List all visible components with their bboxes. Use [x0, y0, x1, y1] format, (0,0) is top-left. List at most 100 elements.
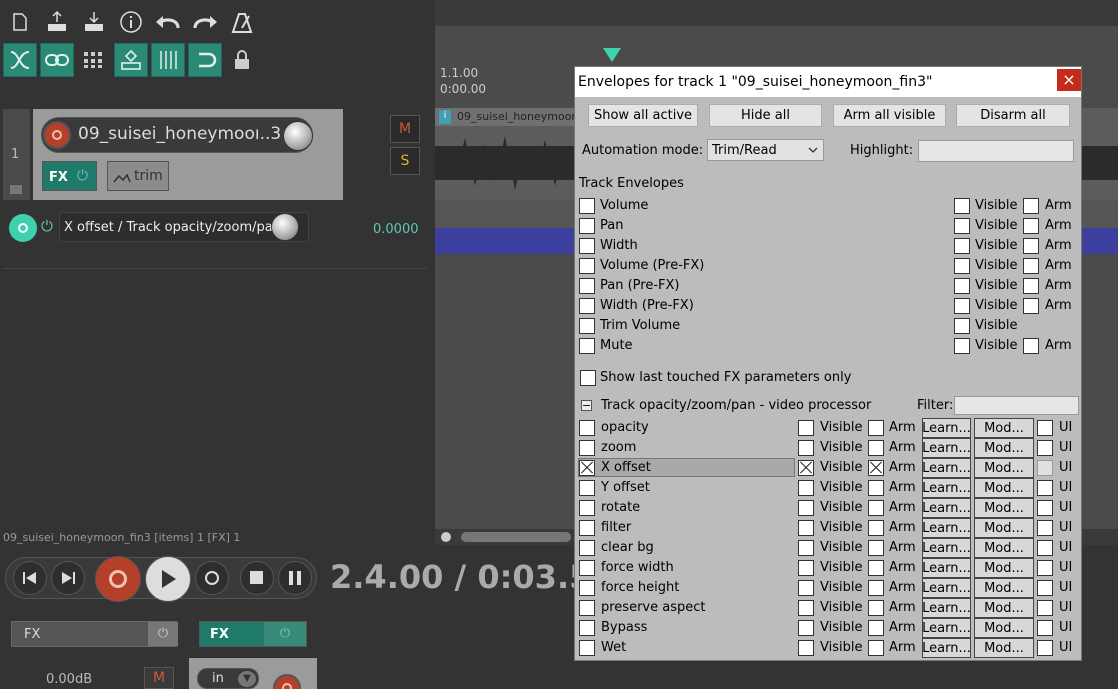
automation-mode-select[interactable]: Trim/Read [707, 139, 824, 161]
mod-button[interactable]: Mod... [974, 578, 1034, 598]
learn-button[interactable]: Learn... [922, 618, 971, 638]
envelope-bypass-icon[interactable]: ⏻ [41, 217, 53, 235]
fx-param-ui-checkbox[interactable] [1037, 480, 1053, 496]
envelope-arm-checkbox[interactable] [1023, 238, 1039, 254]
learn-button[interactable]: Learn... [922, 498, 971, 518]
disarm-all-button[interactable]: Disarm all [956, 104, 1070, 127]
mod-button[interactable]: Mod... [974, 458, 1034, 478]
envelope-arm-checkbox[interactable] [1023, 338, 1039, 354]
go-to-start-button[interactable] [13, 561, 47, 595]
master-fx-button[interactable]: FX ⏻ [11, 621, 178, 647]
fx-param-ui-checkbox[interactable] [1037, 560, 1053, 576]
fx-param-arm-checkbox[interactable] [868, 560, 884, 576]
envelope-enable-checkbox[interactable] [579, 338, 595, 354]
fx-param-visible-checkbox[interactable] [798, 560, 814, 576]
fx-param-enable-checkbox[interactable] [579, 600, 595, 616]
fx-param-arm-checkbox[interactable] [868, 480, 884, 496]
envelope-arm-checkbox[interactable] [1023, 258, 1039, 274]
track-panel[interactable]: 09_suisei_honeymooı..3 FX ⏻ trim [33, 109, 343, 200]
learn-button[interactable]: Learn... [922, 438, 971, 458]
fx-param-arm-checkbox[interactable] [868, 520, 884, 536]
fx-param-enable-checkbox[interactable] [579, 580, 595, 596]
fx-param-visible-checkbox[interactable] [798, 460, 814, 476]
fx-param-visible-checkbox[interactable] [798, 520, 814, 536]
close-icon[interactable]: × [1057, 69, 1081, 91]
envelope-arm-checkbox[interactable] [1023, 198, 1039, 214]
fx-param-visible-checkbox[interactable] [798, 580, 814, 596]
learn-button[interactable]: Learn... [922, 518, 971, 538]
fx-param-arm-checkbox[interactable] [868, 420, 884, 436]
fx-param-enable-checkbox[interactable] [579, 460, 595, 476]
envelope-arm-checkbox[interactable] [1023, 278, 1039, 294]
learn-button[interactable]: Learn... [922, 598, 971, 618]
open-project-icon[interactable] [40, 5, 74, 39]
fx-param-visible-checkbox[interactable] [798, 640, 814, 656]
fx-param-arm-checkbox[interactable] [868, 620, 884, 636]
envelope-knob[interactable] [271, 213, 299, 241]
new-project-icon[interactable] [3, 5, 37, 39]
fx-param-ui-checkbox[interactable] [1037, 580, 1053, 596]
mod-button[interactable]: Mod... [974, 418, 1034, 438]
fx-button[interactable]: FX ⏻ [42, 161, 97, 191]
grid-icon[interactable] [77, 43, 111, 77]
fx-param-arm-checkbox[interactable] [868, 500, 884, 516]
go-to-end-button[interactable] [51, 561, 85, 595]
fx-param-ui-checkbox[interactable] [1037, 640, 1053, 656]
dialog-title-bar[interactable]: Envelopes for track 1 "09_suisei_honeymo… [575, 67, 1081, 97]
fx-param-enable-checkbox[interactable] [579, 560, 595, 576]
redo-icon[interactable] [188, 5, 222, 39]
envelope-enable-checkbox[interactable] [579, 298, 595, 314]
mod-button[interactable]: Mod... [974, 478, 1034, 498]
envelope-arm-checkbox[interactable] [1023, 218, 1039, 234]
envelope-arm-checkbox[interactable] [1023, 298, 1039, 314]
learn-button[interactable]: Learn... [922, 538, 971, 558]
envelope-visible-checkbox[interactable] [954, 298, 970, 314]
learn-button[interactable]: Learn... [922, 478, 971, 498]
fx-param-enable-checkbox[interactable] [579, 420, 595, 436]
folder-icon[interactable] [10, 185, 22, 194]
envelope-enable-checkbox[interactable] [579, 258, 595, 274]
envelope-visible-checkbox[interactable] [954, 238, 970, 254]
fx-param-arm-checkbox[interactable] [868, 600, 884, 616]
track-fx-power-icon[interactable]: ⏻ [264, 622, 306, 646]
envelope-enable-checkbox[interactable] [579, 318, 595, 334]
scroll-left-icon[interactable] [441, 532, 451, 542]
fx-param-visible-checkbox[interactable] [798, 480, 814, 496]
fx-param-visible-checkbox[interactable] [798, 540, 814, 556]
envelope-visible-checkbox[interactable] [954, 198, 970, 214]
envelope-enable-checkbox[interactable] [579, 218, 595, 234]
fx-param-ui-checkbox[interactable] [1037, 500, 1053, 516]
undo-icon[interactable] [151, 5, 185, 39]
fx-param-arm-checkbox[interactable] [868, 580, 884, 596]
collapse-section-icon[interactable]: − [581, 400, 592, 411]
play-button[interactable] [145, 556, 191, 602]
info-icon[interactable] [114, 5, 148, 39]
metronome-icon[interactable] [225, 5, 259, 39]
fx-param-ui-checkbox[interactable] [1037, 420, 1053, 436]
fx-param-enable-checkbox[interactable] [579, 640, 595, 656]
fx-param-enable-checkbox[interactable] [579, 620, 595, 636]
solo-button[interactable]: S [390, 147, 420, 175]
mixer-record-arm-button[interactable] [273, 674, 301, 689]
fx-param-enable-checkbox[interactable] [579, 440, 595, 456]
mod-button[interactable]: Mod... [974, 498, 1034, 518]
learn-button[interactable]: Learn... [922, 638, 971, 658]
envelope-enable-checkbox[interactable] [579, 278, 595, 294]
learn-button[interactable]: Learn... [922, 558, 971, 578]
link-icon[interactable] [40, 43, 74, 77]
save-project-icon[interactable] [77, 5, 111, 39]
show-all-active-button[interactable]: Show all active [588, 104, 698, 127]
envelope-arm-button[interactable] [9, 214, 37, 242]
hide-all-button[interactable]: Hide all [709, 104, 822, 127]
envelope-visible-checkbox[interactable] [954, 218, 970, 234]
highlight-input[interactable] [918, 140, 1074, 162]
fx-param-ui-checkbox[interactable] [1037, 540, 1053, 556]
volume-knob[interactable] [283, 121, 313, 151]
filter-input[interactable] [954, 396, 1079, 415]
position-display[interactable]: 2.4.00 / 0:03.50 [330, 558, 574, 596]
envelope-visible-checkbox[interactable] [954, 278, 970, 294]
envelope-enable-checkbox[interactable] [579, 238, 595, 254]
mod-button[interactable]: Mod... [974, 518, 1034, 538]
mod-button[interactable]: Mod... [974, 598, 1034, 618]
show-last-touched-checkbox[interactable] [580, 370, 596, 386]
